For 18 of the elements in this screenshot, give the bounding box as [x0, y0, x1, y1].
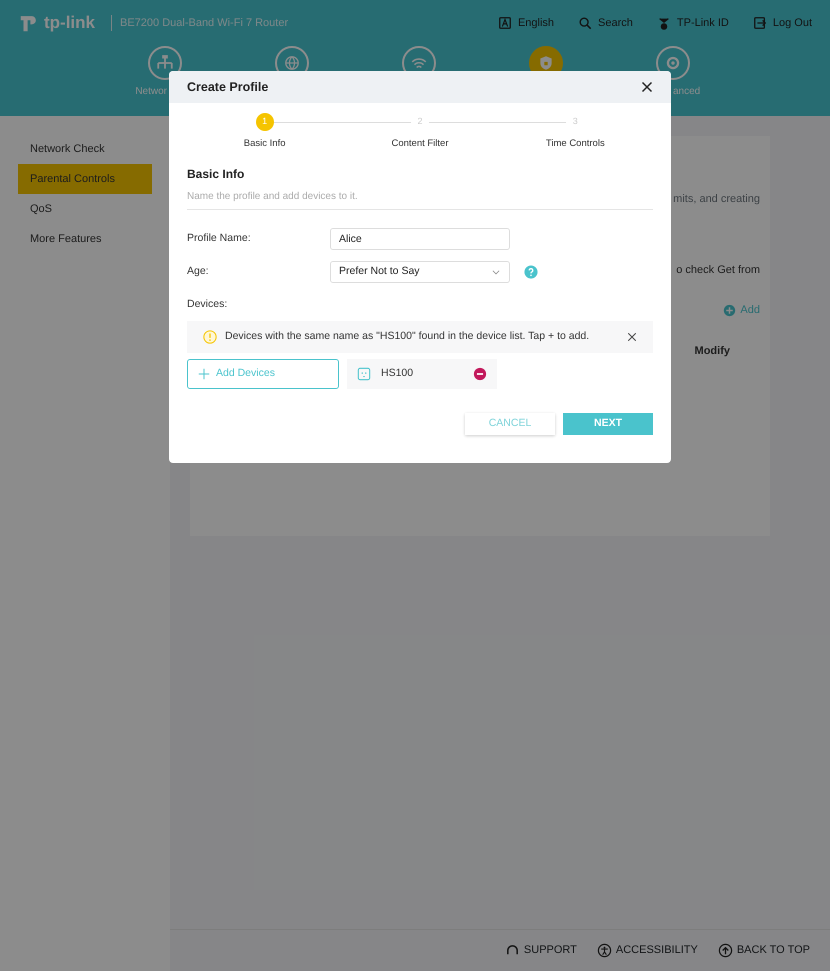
- step-label: Content Filter: [390, 137, 450, 151]
- step-label: Basic Info: [242, 137, 287, 151]
- tab-label: anced: [673, 86, 700, 97]
- section-hint: Name the profile and add devices to it.: [187, 183, 653, 210]
- note-text: o check Get from: [676, 262, 760, 278]
- logo-text: tp-link: [44, 12, 95, 34]
- column-header: Modify: [694, 344, 731, 358]
- field-label: Devices:: [187, 296, 228, 312]
- alert-text: Devices with the same name as "HS100" found in the device list. Tap + to add.: [225, 329, 590, 344]
- device-name: HS100: [381, 366, 414, 382]
- field-label: Age:: [187, 264, 210, 279]
- model-name: BE7200 Dual-Band Wi-Fi 7 Router: [111, 14, 288, 32]
- tab-label: Networ: [135, 86, 167, 97]
- description-text: mits, and creating: [673, 192, 760, 207]
- dialog-title: Create Profile: [187, 78, 268, 96]
- step-label: Time Controls: [544, 137, 606, 151]
- field-label: Profile Name:: [187, 230, 252, 246]
- section-title: Basic Info: [187, 166, 246, 184]
